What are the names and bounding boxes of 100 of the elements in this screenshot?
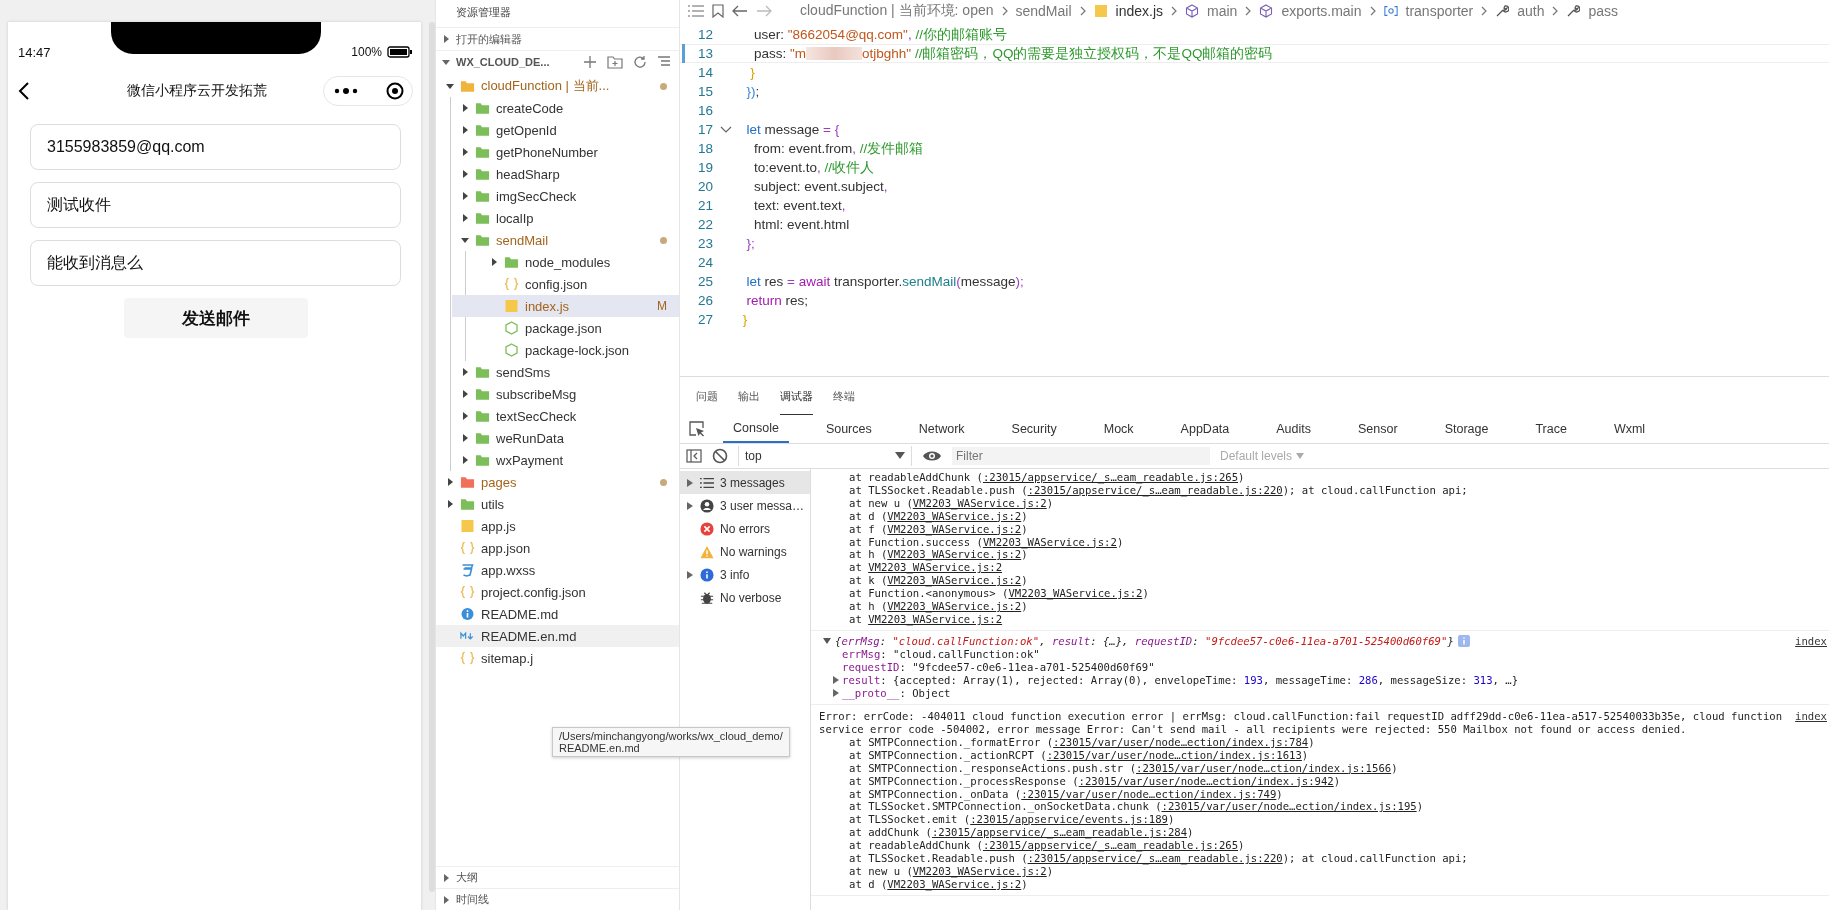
breadcrumb-item[interactable]: auth bbox=[1517, 3, 1545, 19]
breadcrumb-item[interactable]: pass bbox=[1588, 3, 1619, 19]
message-filter-item[interactable]: 3 user messa… bbox=[680, 494, 810, 517]
tree-item[interactable]: getOpenId bbox=[437, 119, 679, 141]
more-icon[interactable] bbox=[334, 87, 359, 95]
source-link[interactable]: index bbox=[1795, 709, 1829, 722]
tree-item[interactable]: README.en.md bbox=[436, 625, 679, 647]
caret-down-icon[interactable] bbox=[823, 637, 831, 646]
section-header[interactable]: WX_CLOUD_DE... bbox=[436, 50, 679, 73]
source-link[interactable]: :23015/appservice/_s…eam_readable.js:265 bbox=[982, 471, 1239, 483]
source-link[interactable]: VM2203_WAService.js:2 bbox=[887, 877, 1022, 890]
tree-item[interactable]: package.json bbox=[452, 317, 679, 339]
caret-right-icon[interactable] bbox=[461, 104, 469, 112]
caret-right-icon[interactable] bbox=[442, 895, 450, 904]
source-link[interactable]: VM2203_WAService.js:2 bbox=[887, 522, 1022, 535]
tree-item[interactable]: app.json bbox=[436, 537, 679, 559]
tree-item[interactable]: node_modules bbox=[452, 251, 679, 273]
devtools-tab[interactable]: Sources bbox=[815, 416, 882, 442]
tree-item[interactable]: app.wxss bbox=[436, 559, 679, 581]
message-filter-item[interactable]: 3 info bbox=[680, 563, 810, 586]
tree-item[interactable]: imgSecCheck bbox=[437, 185, 679, 207]
source-link[interactable]: :23015/appservice/events.js:189 bbox=[970, 813, 1168, 826]
tree-item[interactable]: cloudFunction | 当前... bbox=[436, 75, 679, 97]
tree-item[interactable]: index.js M bbox=[452, 295, 679, 317]
source-link[interactable]: :23015/var/user/node…ction/index.js:1613 bbox=[1046, 748, 1302, 761]
devtools-tab[interactable]: Trace bbox=[1525, 416, 1577, 442]
tree-item[interactable]: sitemap.j bbox=[436, 647, 679, 669]
breadcrumb-item[interactable]: sendMail bbox=[1015, 3, 1072, 19]
eye-icon[interactable] bbox=[922, 450, 942, 462]
devtools-tab[interactable]: Security bbox=[1001, 416, 1067, 442]
panel-tab[interactable]: 终端 bbox=[833, 389, 855, 415]
new-folder-icon[interactable] bbox=[607, 55, 623, 69]
sidebar-toggle-icon[interactable] bbox=[686, 449, 702, 463]
caret-right-icon[interactable] bbox=[461, 214, 469, 222]
source-link[interactable]: :23015/appservice/_s…eam_readable.js:220 bbox=[1027, 483, 1283, 496]
devtools-tab[interactable]: Storage bbox=[1434, 416, 1499, 442]
breadcrumb-item[interactable]: exports.main bbox=[1281, 3, 1362, 19]
input-field[interactable]: 3155983859@qq.com bbox=[30, 124, 402, 170]
scrollbar[interactable] bbox=[429, 22, 435, 892]
breadcrumb-item[interactable]: index.js bbox=[1115, 3, 1163, 19]
back-icon[interactable] bbox=[18, 81, 30, 101]
input-field[interactable]: 测试收件 bbox=[30, 182, 402, 228]
source-link[interactable]: VM2203_WAService.js:2 bbox=[887, 574, 1022, 587]
filter-field[interactable]: Filter bbox=[952, 447, 1210, 465]
devtools-tab[interactable]: Console bbox=[723, 415, 789, 443]
source-link[interactable]: VM2203_WAService.js:2 bbox=[1008, 587, 1143, 600]
source-link[interactable]: :23015/var/user/node…ection/index.js:195 bbox=[1161, 800, 1417, 813]
tree-item[interactable]: app.js bbox=[436, 515, 679, 537]
source-link[interactable]: :23015/var/user/node…ection/index.js:942 bbox=[1078, 774, 1334, 787]
message-filter-item[interactable]: No verbose bbox=[680, 586, 810, 609]
message-filter-item[interactable]: 3 messages bbox=[680, 471, 810, 494]
breadcrumb-item[interactable]: cloudFunction | 当前环境: open bbox=[800, 2, 994, 20]
tree-item[interactable]: sendSms bbox=[437, 361, 679, 383]
tree-item[interactable]: README.md bbox=[436, 603, 679, 625]
tree-item[interactable]: project.config.json bbox=[436, 581, 679, 603]
caret-right-icon[interactable] bbox=[446, 500, 454, 508]
source-link[interactable]: VM2203_WAService.js:2 bbox=[887, 600, 1022, 613]
plus-icon[interactable] bbox=[583, 55, 597, 69]
tree-item[interactable]: sendMail bbox=[437, 229, 679, 251]
source-link[interactable]: :23015/appservice/_s…eam_readable.js:220 bbox=[1027, 852, 1283, 865]
devtools-tab[interactable]: Audits bbox=[1266, 416, 1321, 442]
source-link[interactable]: VM2203_WAService.js:2 bbox=[912, 496, 1047, 509]
collapse-icon[interactable] bbox=[657, 55, 671, 69]
section-header[interactable]: 打开的编辑器 bbox=[436, 27, 679, 50]
chevron-down-icon[interactable] bbox=[720, 125, 732, 134]
devtools-tab[interactable]: AppData bbox=[1170, 416, 1240, 442]
tree-item[interactable]: package-lock.json bbox=[452, 339, 679, 361]
tree-item[interactable]: textSecCheck bbox=[437, 405, 679, 427]
context-select[interactable]: top bbox=[738, 446, 912, 466]
tree-item[interactable]: pages bbox=[436, 471, 679, 493]
caret-right-icon[interactable] bbox=[833, 676, 839, 685]
source-link[interactable]: VM2203_WAService.js:2 bbox=[887, 509, 1022, 522]
caret-right-icon[interactable] bbox=[833, 689, 839, 698]
tree-item[interactable]: createCode bbox=[437, 97, 679, 119]
tree-item[interactable]: headSharp bbox=[437, 163, 679, 185]
caret-right-icon[interactable] bbox=[461, 126, 469, 134]
bookmark-icon[interactable] bbox=[712, 4, 724, 18]
tree-item[interactable]: utils bbox=[436, 493, 679, 515]
clear-icon[interactable] bbox=[712, 448, 728, 464]
source-link[interactable]: :23015/var/user/node…ection/index.js:749 bbox=[1021, 787, 1277, 800]
devtools-tab[interactable]: Sensor bbox=[1348, 416, 1408, 442]
caret-right-icon[interactable] bbox=[687, 570, 694, 579]
caret-right-icon[interactable] bbox=[442, 35, 450, 43]
source-link[interactable]: VM2203_WAService.js:2 bbox=[887, 548, 1022, 561]
back-arrow-icon[interactable] bbox=[732, 5, 748, 17]
section-header[interactable]: 大纲 bbox=[436, 866, 679, 888]
tree-item[interactable]: localIp bbox=[437, 207, 679, 229]
inspect-icon[interactable] bbox=[688, 420, 706, 438]
panel-tab[interactable]: 问题 bbox=[696, 389, 718, 415]
tree-item[interactable]: getPhoneNumber bbox=[437, 141, 679, 163]
breadcrumb-item[interactable]: transporter bbox=[1405, 3, 1474, 19]
tree-item[interactable]: wxPayment bbox=[437, 449, 679, 471]
close-target-icon[interactable] bbox=[386, 82, 405, 100]
source-link[interactable]: :23015/var/user/node…ection/index.js:784 bbox=[1053, 735, 1309, 748]
caret-right-icon[interactable] bbox=[461, 192, 469, 200]
source-link[interactable]: :23015/var/user/node…ction/index.js:1566 bbox=[1136, 761, 1392, 774]
source-link[interactable]: VM2203_WAService.js:2 bbox=[982, 535, 1117, 548]
breadcrumb-item[interactable]: main bbox=[1207, 3, 1238, 19]
devtools-tab[interactable]: Mock bbox=[1093, 416, 1144, 442]
source-link[interactable]: VM2203_WAService.js:2 bbox=[868, 561, 1003, 574]
